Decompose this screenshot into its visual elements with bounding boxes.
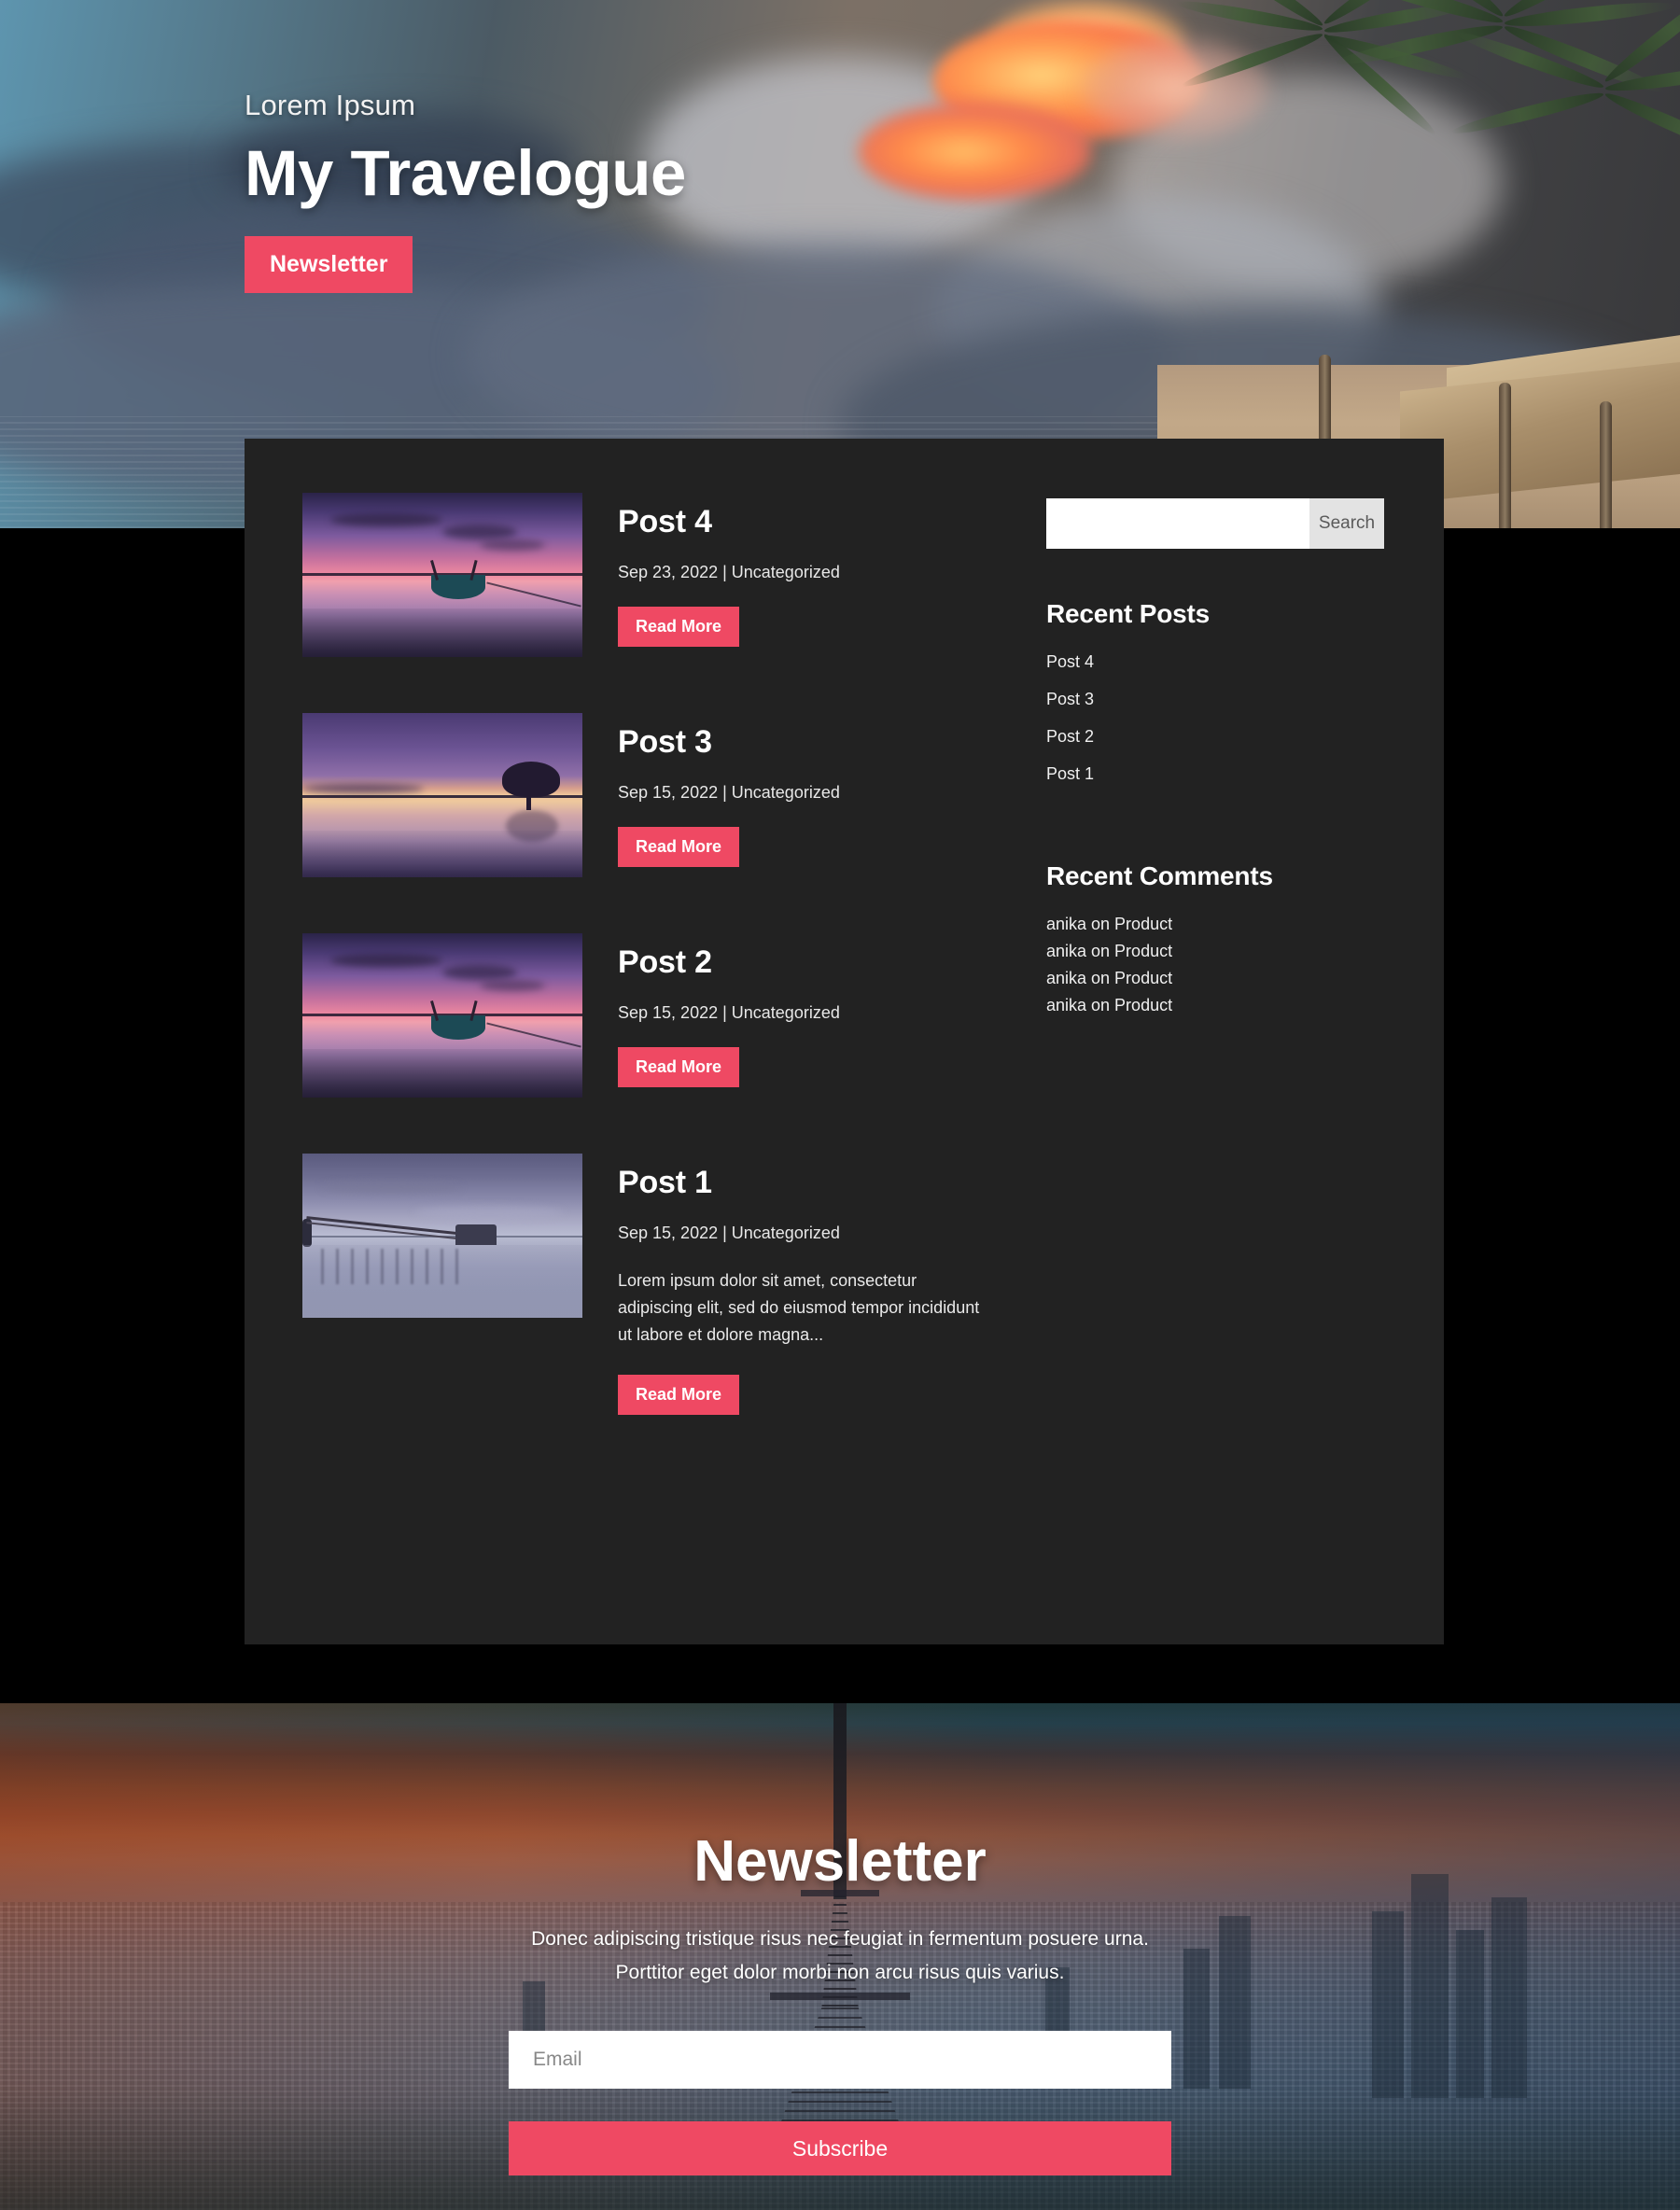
post-item: Post 3 Sep 15, 2022 | Uncategorized Read…: [302, 713, 988, 877]
post-title[interactable]: Post 4: [618, 504, 984, 540]
hero-content: Lorem Ipsum My Travelogue Newsletter: [245, 89, 1085, 294]
sidebar-recent-post-link[interactable]: Post 3: [1046, 690, 1384, 709]
sidebar-recent-post-link[interactable]: Post 4: [1046, 652, 1384, 672]
hero-eyebrow: Lorem Ipsum: [245, 89, 416, 121]
recent-comments-heading: Recent Comments: [1046, 861, 1273, 890]
post-meta: Sep 15, 2022 | Uncategorized: [618, 1003, 840, 1022]
read-more-button[interactable]: Read More: [618, 827, 740, 867]
post-title[interactable]: Post 1: [618, 1165, 984, 1201]
recent-posts-widget: Recent Posts Post 4 Post 3 Post 2 Post 1: [1046, 599, 1384, 784]
post-item: Post 2 Sep 15, 2022 | Uncategorized Read…: [302, 933, 988, 1098]
sidebar-recent-post-link[interactable]: Post 2: [1046, 727, 1384, 747]
search-form: Search: [1046, 498, 1384, 549]
post-excerpt: Lorem ipsum dolor sit amet, consectetur …: [618, 1271, 980, 1345]
post-meta: Sep 15, 2022 | Uncategorized: [618, 783, 840, 802]
post-thumbnail[interactable]: [302, 1154, 582, 1318]
read-more-button[interactable]: Read More: [618, 607, 740, 647]
search-button[interactable]: Search: [1309, 498, 1384, 549]
post-thumbnail[interactable]: [302, 493, 582, 657]
newsletter-section: Newsletter Donec adipiscing tristique ri…: [0, 1703, 1680, 2210]
page-title: My Travelogue: [245, 137, 686, 209]
search-input[interactable]: [1046, 498, 1309, 549]
recent-comments-widget: Recent Comments anika on Product anika o…: [1046, 861, 1384, 1015]
post-list: Post 4 Sep 23, 2022 | Uncategorized Read…: [302, 493, 988, 1416]
sidebar-recent-comment[interactable]: anika on Product: [1046, 996, 1384, 1015]
sidebar: Search Recent Posts Post 4 Post 3 Post 2…: [1046, 493, 1384, 1415]
post-item: Post 1 Sep 15, 2022 | Uncategorized Lore…: [302, 1154, 988, 1416]
post-title[interactable]: Post 2: [618, 944, 984, 981]
newsletter-title: Newsletter: [693, 1829, 987, 1894]
sidebar-recent-comment[interactable]: anika on Product: [1046, 942, 1384, 961]
email-input[interactable]: [509, 2031, 1171, 2090]
post-item: Post 4 Sep 23, 2022 | Uncategorized Read…: [302, 493, 988, 657]
sunset-cloud-glow: [1083, 37, 1269, 140]
content-card: Post 4 Sep 23, 2022 | Uncategorized Read…: [245, 439, 1444, 1644]
recent-posts-heading: Recent Posts: [1046, 599, 1210, 628]
read-more-button[interactable]: Read More: [618, 1375, 740, 1416]
sidebar-recent-post-link[interactable]: Post 1: [1046, 764, 1384, 784]
newsletter-subtitle: Donec adipiscing tristique risus nec feu…: [531, 1928, 1149, 1984]
post-thumbnail[interactable]: [302, 933, 582, 1098]
subscribe-button[interactable]: Subscribe: [509, 2121, 1171, 2176]
page-root: Lorem Ipsum My Travelogue Newsletter Pos…: [0, 0, 1680, 2210]
read-more-button[interactable]: Read More: [618, 1047, 740, 1087]
post-meta: Sep 23, 2022 | Uncategorized: [618, 563, 840, 581]
sidebar-recent-comment[interactable]: anika on Product: [1046, 969, 1384, 988]
post-meta: Sep 15, 2022 | Uncategorized: [618, 1224, 840, 1242]
newsletter-cta-button[interactable]: Newsletter: [245, 236, 413, 294]
newsletter-content: Newsletter Donec adipiscing tristique ri…: [0, 1703, 1680, 2210]
post-thumbnail[interactable]: [302, 713, 582, 877]
sidebar-recent-comment[interactable]: anika on Product: [1046, 915, 1384, 934]
post-title[interactable]: Post 3: [618, 724, 984, 761]
